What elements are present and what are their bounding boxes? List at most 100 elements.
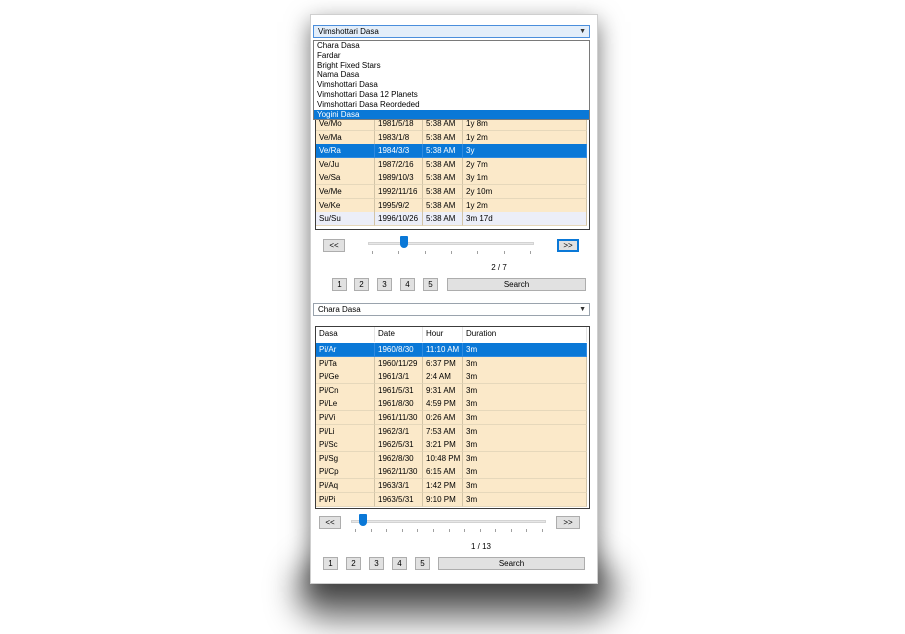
table-row[interactable]: Pi/Li 1962/3/1 7:53 AM 3m (316, 424, 589, 439)
table-row[interactable]: Pi/Cn 1961/5/31 9:31 AM 3m (316, 383, 589, 398)
table-cell: 1961/11/30 (375, 411, 423, 425)
top-page-indicator: 2 / 7 (491, 263, 507, 272)
top-prev-button[interactable]: << (323, 239, 345, 252)
column-header[interactable]: Dasa (316, 327, 375, 342)
dropdown-option[interactable]: Nama Dasa (314, 70, 589, 80)
chevron-down-icon[interactable]: ▼ (579, 26, 586, 37)
slider-tick (526, 529, 528, 532)
table-cell: Pi/Sg (316, 451, 375, 466)
bottom-dasa-select[interactable]: Chara Dasa ▼ (313, 303, 590, 316)
table-row[interactable]: Pi/Vi 1961/11/30 0:26 AM 3m (316, 411, 589, 425)
bottom-prev-button[interactable]: << (319, 516, 341, 529)
table-cell: Pi/Vi (316, 411, 375, 425)
table-row[interactable]: Pi/Pi 1963/5/31 9:10 PM 3m (316, 492, 589, 507)
dropdown-option[interactable]: Chara Dasa (314, 41, 589, 51)
slider-tick (370, 529, 372, 532)
top-page-4-button[interactable]: 4 (400, 278, 415, 291)
table-cell: Ve/Ma (316, 130, 375, 145)
table-cell: Ve/Me (316, 185, 375, 199)
slider-tick (398, 251, 400, 254)
slider-tick (432, 529, 434, 532)
table-cell: 5:38 AM (423, 171, 463, 186)
table-row[interactable]: Ve/Ju 1987/2/16 5:38 AM 2y 7m (316, 157, 589, 172)
top-slider-track[interactable] (368, 242, 534, 245)
table-cell: 1963/3/1 (375, 479, 423, 493)
bottom-page-2-button[interactable]: 2 (346, 557, 361, 570)
table-row[interactable]: Pi/Sc 1962/5/31 3:21 PM 3m (316, 438, 589, 453)
column-header[interactable]: Hour (423, 327, 463, 342)
dropdown-option-highlighted[interactable]: Yogini Dasa (314, 109, 589, 120)
top-page-5-button[interactable]: 5 (423, 278, 438, 291)
table-cell: 1962/3/1 (375, 424, 423, 439)
table-cell: 2y 10m (463, 185, 587, 199)
table-row[interactable]: Pi/Aq 1963/3/1 1:42 PM 3m (316, 479, 589, 493)
top-dasa-select[interactable]: Vimshottari Dasa ▼ (313, 25, 590, 38)
table-cell: Pi/Sc (316, 438, 375, 453)
table-cell: 1995/9/2 (375, 198, 423, 213)
table-row[interactable]: Pi/Cp 1962/11/30 6:15 AM 3m (316, 465, 589, 480)
top-slider-thumb[interactable] (400, 236, 409, 248)
slider-tick (503, 251, 505, 254)
top-dasa-dropdown-list[interactable]: Chara Dasa Fardar Bright Fixed Stars Nam… (313, 40, 590, 120)
table-cell: 3m (463, 492, 587, 507)
dropdown-option[interactable]: Bright Fixed Stars (314, 61, 589, 71)
table-cell: Pi/Cp (316, 465, 375, 480)
table-cell: 1992/11/16 (375, 185, 423, 199)
table-cell: 1984/3/3 (375, 144, 423, 159)
bottom-page-4-button[interactable]: 4 (392, 557, 407, 570)
table-cell: Ve/Ju (316, 157, 375, 172)
table-cell: 10:48 PM (423, 451, 463, 466)
table-cell: 2y 7m (463, 157, 587, 172)
top-page-1-button[interactable]: 1 (332, 278, 347, 291)
table-cell: 5:38 AM (423, 157, 463, 172)
bottom-dasa-table: Dasa Date Hour Duration Pi/Ar 1960/8/30 11:10 … (315, 326, 590, 509)
table-cell: 2:4 AM (423, 370, 463, 385)
table-row[interactable]: Su/Su 1996/10/26 5:38 AM 3m 17d (316, 212, 589, 227)
bottom-page-5-button[interactable]: 5 (415, 557, 430, 570)
table-cell: 1962/5/31 (375, 438, 423, 453)
table-cell: 3m (463, 465, 587, 480)
column-header[interactable]: Date (375, 327, 423, 342)
top-page-2-button[interactable]: 2 (354, 278, 369, 291)
table-row[interactable]: Ve/Sa 1989/10/3 5:38 AM 3y 1m (316, 171, 589, 186)
dropdown-option[interactable]: Vimshottari Dasa (314, 80, 589, 90)
dropdown-option[interactable]: Vimshottari Dasa Reordeded (314, 100, 589, 110)
column-header[interactable]: Duration (463, 327, 587, 342)
table-row[interactable]: Pi/Ta 1960/11/29 6:37 PM 3m (316, 356, 589, 371)
bottom-search-button[interactable]: Search (438, 557, 585, 570)
table-row[interactable]: Pi/Le 1961/8/30 4:59 PM 3m (316, 397, 589, 412)
table-cell: 3m 17d (463, 212, 587, 227)
top-dasa-table: Ve/Mo 1981/5/18 5:38 AM 1y 8m Ve/Ma 1983/1/8 5… (315, 115, 590, 230)
table-cell: 3m (463, 451, 587, 466)
table-row-selected[interactable]: Ve/Ra 1984/3/3 5:38 AM 3y (316, 144, 589, 159)
bottom-page-1-button[interactable]: 1 (323, 557, 338, 570)
table-cell: 3m (463, 343, 587, 357)
table-cell: 3m (463, 370, 587, 385)
top-page-3-button[interactable]: 3 (377, 278, 392, 291)
table-cell: 1y 2m (463, 198, 587, 213)
table-cell: 1989/10/3 (375, 171, 423, 186)
table-row[interactable]: Pi/Sg 1962/8/30 10:48 PM 3m (316, 451, 589, 466)
bottom-slider-track[interactable] (351, 520, 546, 523)
table-cell: 0:26 AM (423, 411, 463, 425)
dropdown-option[interactable]: Vimshottari Dasa 12 Planets (314, 90, 589, 100)
table-row[interactable]: Ve/Me 1992/11/16 5:38 AM 2y 10m (316, 185, 589, 199)
bottom-slider-thumb[interactable] (359, 514, 367, 526)
slider-tick (477, 251, 479, 254)
bottom-page-3-button[interactable]: 3 (369, 557, 384, 570)
table-cell: Ve/Sa (316, 171, 375, 186)
table-row[interactable]: Ve/Ma 1983/1/8 5:38 AM 1y 2m (316, 130, 589, 145)
bottom-next-button[interactable]: >> (556, 516, 580, 529)
dropdown-option[interactable]: Fardar (314, 51, 589, 61)
table-cell: 6:37 PM (423, 356, 463, 371)
table-row[interactable]: Ve/Ke 1995/9/2 5:38 AM 1y 2m (316, 198, 589, 213)
table-row-selected[interactable]: Pi/Ar 1960/8/30 11:10 AM 3m (316, 343, 589, 357)
table-cell: 1:42 PM (423, 479, 463, 493)
table-cell: 1963/5/31 (375, 492, 423, 507)
top-search-button[interactable]: Search (447, 278, 586, 291)
chevron-down-icon[interactable]: ▼ (579, 304, 586, 315)
slider-tick (479, 529, 481, 532)
top-next-button[interactable]: >> (557, 239, 579, 252)
table-row[interactable]: Pi/Ge 1961/3/1 2:4 AM 3m (316, 370, 589, 385)
slider-tick (448, 529, 450, 532)
